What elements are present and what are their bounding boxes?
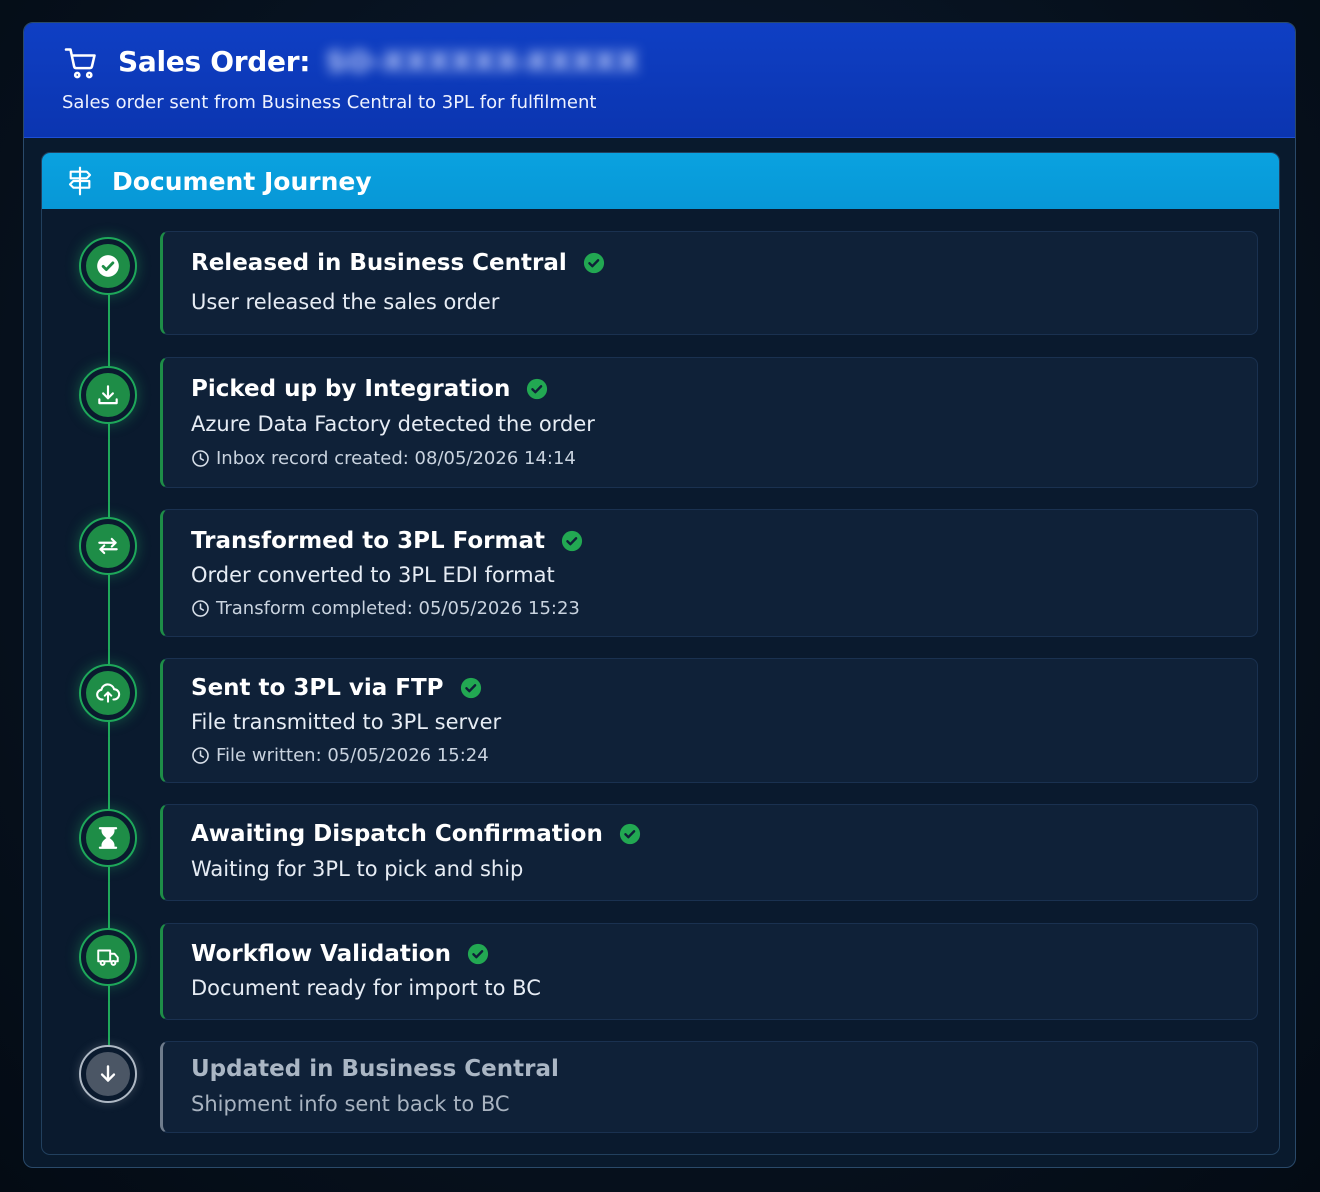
step-title-text: Transformed to 3PL Format <box>191 528 546 554</box>
step-title: Sent to 3PL via FTP <box>191 675 482 701</box>
step-node-released <box>79 237 137 295</box>
journey-header: Document Journey <box>42 153 1279 209</box>
step-timestamp: Transform completed: 05/05/2026 15:23 <box>191 598 580 619</box>
step-description: Azure Data Factory detected the order <box>191 412 595 436</box>
swap-arrows-icon <box>98 537 118 555</box>
step-title-text: Workflow Validation <box>191 941 451 967</box>
clock-icon <box>192 747 209 764</box>
check-circle-icon <box>97 255 119 277</box>
step-timestamp-text: File written: 05/05/2026 15:24 <box>216 745 489 766</box>
signpost-icon <box>68 166 92 196</box>
check-badge-icon <box>583 252 604 274</box>
step-description: Shipment info sent back to BC <box>191 1092 510 1116</box>
step-title-text: Picked up by Integration <box>191 376 511 402</box>
step-description: File transmitted to 3PL server <box>191 710 502 734</box>
check-badge-icon <box>460 677 481 699</box>
step-title: Transformed to 3PL Format <box>191 528 583 554</box>
step-card-picked-up: Picked up by Integration Azure Data Fact… <box>160 357 1258 488</box>
step-description: Order converted to 3PL EDI format <box>191 563 555 587</box>
check-badge-icon <box>561 530 583 552</box>
step-title: Workflow Validation <box>191 941 489 967</box>
step-title: Picked up by Integration <box>191 376 548 402</box>
hourglass-icon <box>98 827 118 849</box>
step-card-workflow-validation: Workflow Validation Document ready for i… <box>160 923 1258 1020</box>
step-card-released: Released in Business Central User releas… <box>160 231 1258 335</box>
step-title: Updated in Business Central <box>191 1056 559 1082</box>
order-number-redacted: SO-XXXXXX-XXXXX <box>326 45 640 78</box>
step-node-picked-up <box>79 366 137 424</box>
step-timestamp-text: Inbox record created: 08/05/2026 14:14 <box>216 448 576 469</box>
step-timestamp-text: Transform completed: 05/05/2026 15:23 <box>216 598 580 619</box>
arrow-down-icon <box>100 1065 116 1082</box>
step-title-text: Updated in Business Central <box>191 1056 559 1082</box>
cloud-upload-icon <box>96 683 121 703</box>
step-node-awaiting-dispatch <box>79 809 137 867</box>
step-card-transformed: Transformed to 3PL Format Order converte… <box>160 509 1258 637</box>
download-icon <box>98 385 118 405</box>
check-badge-icon <box>527 378 548 400</box>
step-timestamp: File written: 05/05/2026 15:24 <box>191 745 489 766</box>
step-node-updated-bc <box>79 1045 137 1103</box>
step-timestamp: Inbox record created: 08/05/2026 14:14 <box>191 448 576 469</box>
step-card-awaiting-dispatch: Awaiting Dispatch Confirmation Waiting f… <box>160 804 1258 901</box>
page-subtitle: Sales order sent from Business Central t… <box>62 92 597 113</box>
document-journey-section: Document Journey Released in Business Ce… <box>41 152 1280 1155</box>
step-description: Waiting for 3PL to pick and ship <box>191 857 524 881</box>
step-title: Released in Business Central <box>191 250 605 276</box>
step-card-sent-ftp: Sent to 3PL via FTP File transmitted to … <box>160 658 1258 783</box>
step-title-text: Awaiting Dispatch Confirmation <box>191 821 603 847</box>
step-node-sent-ftp <box>79 664 137 722</box>
truck-icon <box>97 949 119 966</box>
step-description: Document ready for import to BC <box>191 976 541 1000</box>
step-title-text: Sent to 3PL via FTP <box>191 675 444 701</box>
step-title-text: Released in Business Central <box>191 250 567 276</box>
step-description: User released the sales order <box>191 290 500 314</box>
page-title: Sales Order: SO-XXXXXX-XXXXX <box>118 45 639 78</box>
page-title-label: Sales Order: <box>118 45 311 78</box>
step-node-workflow-validation <box>79 928 137 986</box>
step-card-updated-bc: Updated in Business Central Shipment inf… <box>160 1041 1258 1133</box>
check-badge-icon <box>619 823 640 845</box>
shopping-cart-icon <box>64 48 96 79</box>
step-node-transformed <box>79 517 137 575</box>
journey-title: Document Journey <box>112 167 372 196</box>
panel-header: Sales Order: SO-XXXXXX-XXXXX Sales order … <box>24 23 1295 138</box>
clock-icon <box>192 450 209 467</box>
step-title: Awaiting Dispatch Confirmation <box>191 821 641 847</box>
clock-icon <box>192 600 209 617</box>
sales-order-panel: Sales Order: SO-XXXXXX-XXXXX Sales order … <box>23 22 1296 1168</box>
check-badge-icon <box>467 943 489 965</box>
